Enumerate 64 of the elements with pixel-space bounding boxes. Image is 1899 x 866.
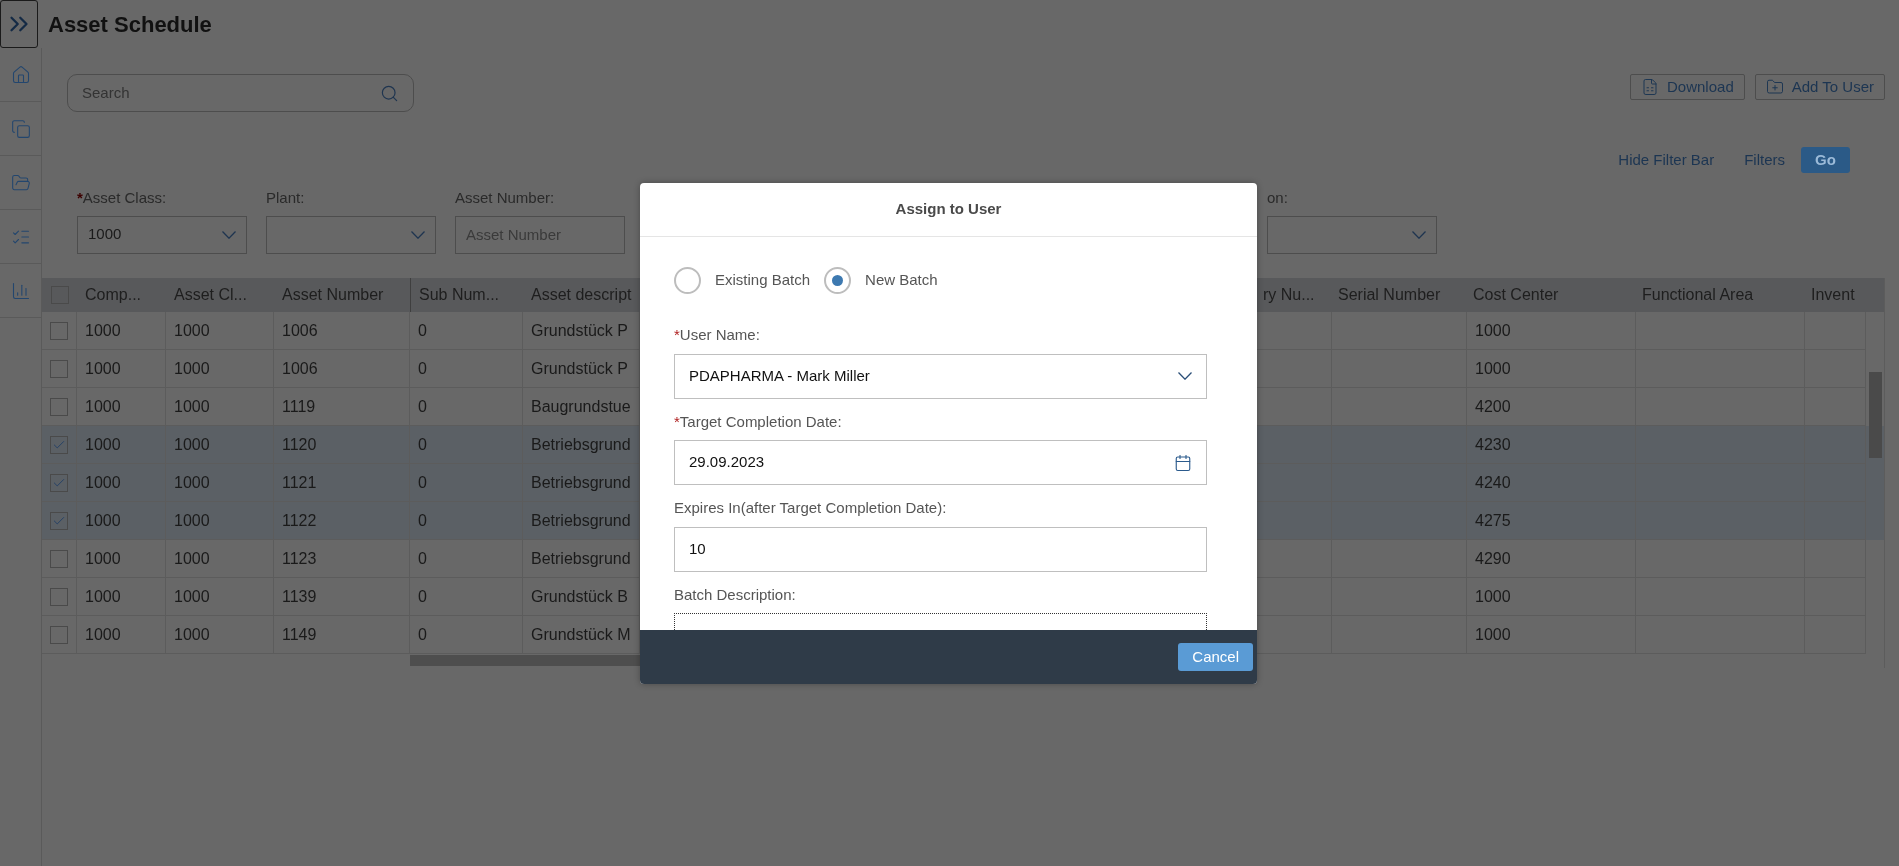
page-title: Asset Schedule [48, 10, 212, 39]
table-cell-text: 4290 [1475, 548, 1511, 569]
dialog-title: Assign to User [895, 199, 1002, 220]
table-cell-text: 1149 [282, 624, 317, 645]
table-cell-text: 1000 [85, 320, 121, 341]
table-cell-text: Grundstück M [531, 624, 631, 645]
table-cell-text: Grundstück B [531, 586, 628, 607]
filter-label: on: [1267, 188, 1289, 208]
table-cell-text: 1006 [282, 358, 318, 379]
table-cell-text: 1000 [1475, 624, 1511, 645]
table-cell-text: 0 [418, 510, 427, 531]
table-cell-text: 1000 [174, 510, 210, 531]
table-cell-text: 1000 [174, 472, 210, 493]
table-cell-text: 1000 [85, 358, 121, 379]
table-cell-text: Baugrundstue [531, 396, 631, 417]
table-cell-text: 1000 [1475, 358, 1511, 379]
table-cell-text: 1122 [282, 510, 317, 531]
table-cell-text: Grundstück P [531, 320, 628, 341]
table-cell-text: 1000 [174, 548, 210, 569]
table-cell-text: 1000 [174, 624, 210, 645]
table-cell-text: Betriebsgrund [531, 472, 631, 493]
table-cell-text: 1000 [85, 510, 121, 531]
table-cell-text: Betriebsgrund [531, 548, 631, 569]
table-cell-text: 1000 [1475, 586, 1511, 607]
table-cell-text: 4200 [1475, 396, 1511, 417]
table-cell-text: 1123 [282, 548, 317, 569]
field-label: *Target Completion Date: [674, 411, 843, 432]
table-cell-text: 1000 [85, 434, 121, 455]
table-cell-text: 1120 [282, 434, 317, 455]
table-cell-text: 4230 [1475, 434, 1511, 455]
table-cell-text: 1000 [85, 548, 121, 569]
table-cell-text: 0 [418, 586, 427, 607]
table-cell-text: 4240 [1475, 472, 1511, 493]
table-cell-text: 1121 [282, 472, 317, 493]
table-cell-text: 1000 [174, 434, 210, 455]
table-cell-text: 1000 [174, 320, 210, 341]
table-cell-text: 1139 [282, 586, 317, 607]
table-cell-text: 1000 [85, 586, 121, 607]
table-cell-text: Betriebsgrund [531, 510, 631, 531]
field-label: Expires In(after Target Completion Date): [674, 498, 948, 518]
filter-label: Asset Number: [455, 188, 556, 208]
table-cell-text: 0 [418, 624, 427, 645]
table-cell-text: Betriebsgrund [531, 434, 631, 455]
table-cell-text: Grundstück P [531, 358, 628, 379]
table-cell-text: 4275 [1475, 510, 1511, 531]
filter-label: Plant: [266, 188, 306, 208]
field-label: *User Name: [674, 325, 761, 345]
table-cell-text: 1000 [174, 358, 210, 379]
table-cell-text: 1006 [282, 320, 318, 341]
table-cell-text: 0 [418, 396, 427, 417]
table-cell-text: 1000 [174, 396, 210, 417]
table-cell-text: 0 [418, 320, 427, 341]
table-cell-text: 1000 [85, 396, 121, 417]
field-label: Batch Description: [674, 584, 797, 605]
table-cell-text: 1119 [282, 396, 316, 417]
table-cell-text: 0 [418, 548, 427, 569]
table-cell-text: 0 [418, 472, 427, 493]
filter-label: *Asset Class: [77, 188, 168, 208]
table-cell-text: 0 [418, 434, 427, 455]
table-cell-text: 1000 [85, 624, 121, 645]
table-cell-text: 1000 [85, 472, 121, 493]
table-cell-text: 0 [418, 358, 427, 379]
table-cell-text: 1000 [1475, 320, 1511, 341]
table-cell-text: 1000 [174, 586, 210, 607]
